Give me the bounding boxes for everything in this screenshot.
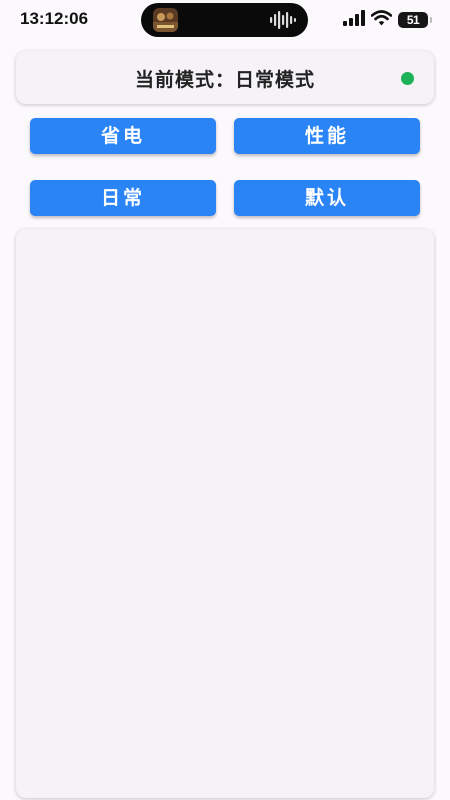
current-mode-card: 当前模式：日常模式 <box>16 51 434 104</box>
current-mode-label: 当前模式：日常模式 <box>134 69 315 91</box>
battery-level: 51 <box>406 13 420 27</box>
daily-mode-button[interactable]: 日常 <box>30 180 216 216</box>
wifi-icon <box>370 10 393 30</box>
battery-icon: 51 <box>398 12 432 28</box>
app-thumbnail-icon[interactable] <box>153 8 178 32</box>
battery-cap <box>430 17 432 23</box>
default-mode-button[interactable]: 默认 <box>234 180 420 216</box>
content-panel <box>16 229 434 798</box>
mode-status-indicator <box>401 72 414 85</box>
power-save-mode-button[interactable]: 省电 <box>30 118 216 154</box>
status-time: 13:12:06 <box>20 9 89 28</box>
status-icons: 51 <box>343 10 432 30</box>
status-bar: 13:12:06 51 <box>0 0 450 40</box>
app-screen: 13:12:06 51 当前模式：日常模式 省电 性能 日常 默认 <box>0 0 450 800</box>
signal-icon <box>343 10 365 30</box>
performance-mode-button[interactable]: 性能 <box>234 118 420 154</box>
audio-waveform-icon <box>270 10 296 30</box>
dynamic-island[interactable] <box>141 3 308 37</box>
